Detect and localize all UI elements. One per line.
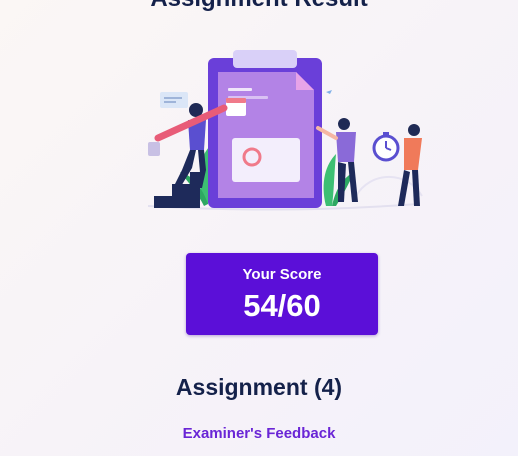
page-title: Assignment Result <box>0 0 518 14</box>
spark-icon <box>326 90 332 94</box>
calendar-icon <box>226 98 246 116</box>
score-value: 54/60 <box>243 288 321 323</box>
chat-bubble-icon <box>160 92 188 108</box>
score-label: Your Score <box>242 266 322 283</box>
person-right-icon <box>398 124 422 206</box>
stairs-icon <box>154 172 200 208</box>
assignment-title: Assignment (4) <box>175 374 343 400</box>
hero-illustration <box>147 50 423 211</box>
examiner-feedback-link[interactable]: Examiner's Feedback <box>0 425 518 443</box>
clipboard-icon <box>208 50 322 208</box>
stopwatch-icon <box>372 132 400 162</box>
score-card: Your Score 54/60 <box>186 253 378 335</box>
